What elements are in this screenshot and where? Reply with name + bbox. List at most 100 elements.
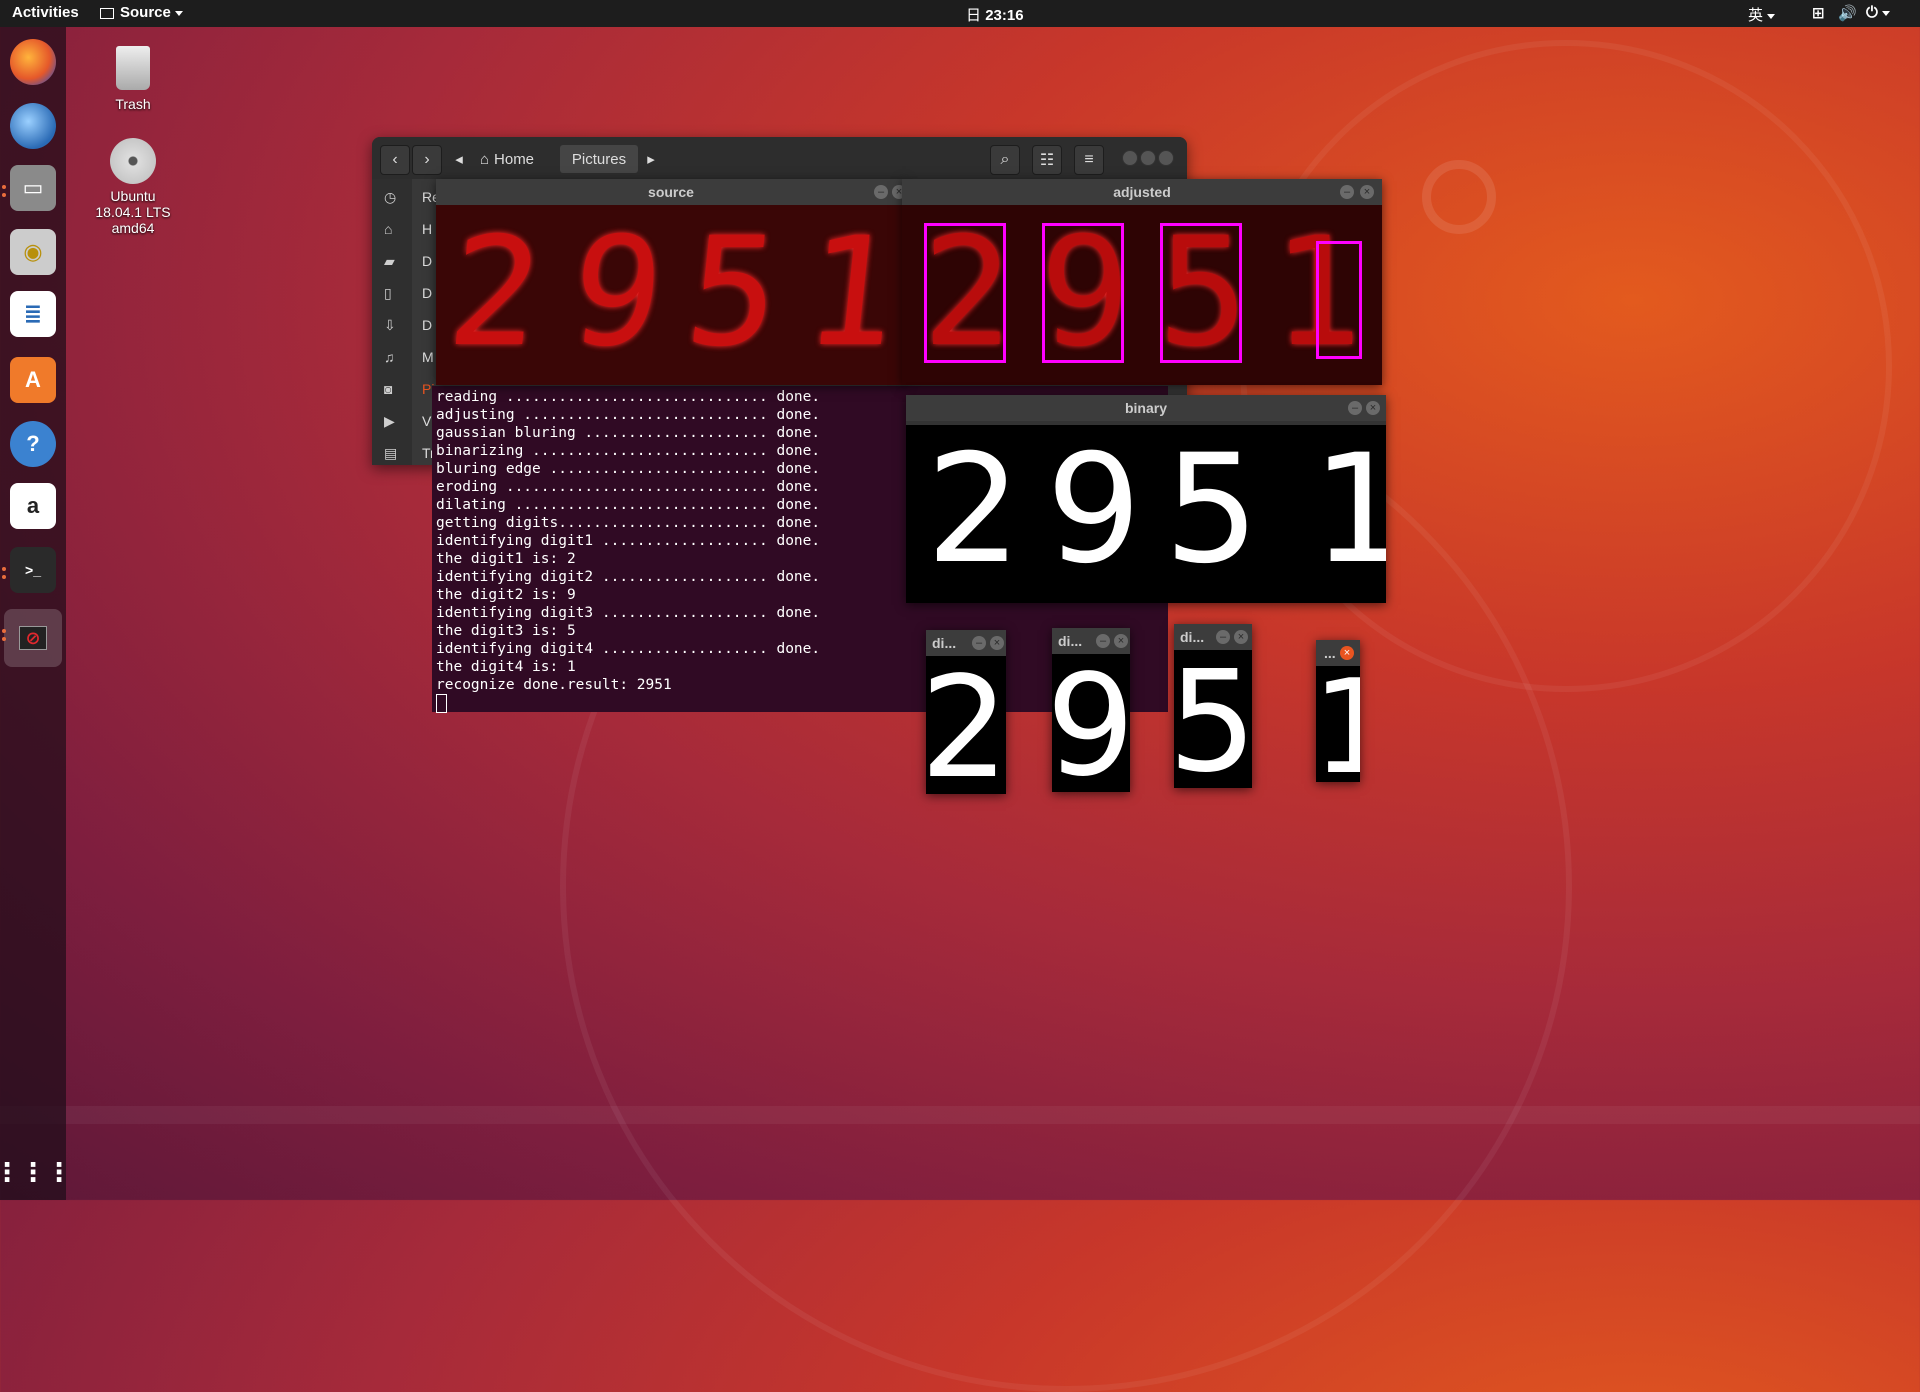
sidebar-item-music[interactable]: M [422,349,434,365]
close-button[interactable]: × [1360,185,1374,199]
activities-button[interactable]: Activities [12,4,79,21]
firefox-icon[interactable] [10,39,56,85]
close-button[interactable] [1158,150,1174,166]
path-right-arrow[interactable]: ▸ [642,145,660,173]
maximize-button[interactable] [1140,150,1156,166]
source-digit: 2 [440,206,550,380]
app-menu[interactable]: Source [100,4,183,21]
running-indicator [2,193,6,197]
sidebar-item-desktop[interactable]: D [422,253,432,269]
binary-digit: 9 [1046,425,1142,597]
adjusted-titlebar[interactable]: adjusted [902,179,1382,205]
video-icon[interactable]: ▶ [384,413,395,430]
minimize-button[interactable]: – [1216,630,1230,644]
terminal-icon[interactable]: >_ [10,547,56,593]
minimize-button[interactable]: – [1096,634,1110,648]
forward-button[interactable]: › [412,145,442,175]
search-icon[interactable]: ⌕ [990,145,1020,175]
trash-icon[interactable]: ▤ [384,445,397,462]
crumb-pictures[interactable]: Pictures [560,145,638,173]
binary-digit: 5 [1164,425,1260,597]
software-icon[interactable]: A [10,357,56,403]
trash-desktop-icon[interactable]: Trash [78,46,188,112]
path-left-arrow[interactable]: ◂ [450,145,468,173]
file-manager-sidebar: ◷ ⌂ ▰ ▯ ⇩ ♫ ◙ ▶ ▤ [372,179,412,465]
document-icon[interactable]: ▯ [384,285,392,302]
recent-icon[interactable]: ◷ [384,189,396,206]
sidebar-item-documents[interactable]: D [422,285,432,301]
digit2-image: 9 [1052,654,1130,792]
digit1-glyph: 2 [926,656,1006,794]
digit2-window[interactable]: di... – × 9 [1052,628,1130,792]
source-digit: 9 [562,206,672,380]
running-indicator [2,575,6,579]
minimize-button[interactable]: – [1348,401,1362,415]
terminal-line: gaussian bluring ..................... d… [436,425,821,441]
music-icon[interactable]: ♫ [384,349,395,365]
minimize-button[interactable]: – [1340,185,1354,199]
file-manager-headerbar[interactable]: ‹ › ◂ ⌂ Home Pictures ▸ ⌕ ☷ ≡ [372,137,1187,179]
adjusted-window[interactable]: adjusted – × 2 9 5 1 [902,179,1382,385]
top-bar: Activities Source 日 23:16 英 ⊞ 🔊 ⏻ [0,0,1920,27]
trash-label: Trash [115,96,151,112]
dvd-label-line2: 18.04.1 LTS [95,204,171,220]
digit4-window[interactable]: ... × 1 [1316,640,1360,782]
digit3-image: 5 [1174,650,1252,788]
sidebar-item-downloads[interactable]: D [422,317,432,333]
help-icon[interactable]: ? [10,421,56,467]
download-icon[interactable]: ⇩ [384,317,396,334]
menu-icon[interactable]: ≡ [1074,145,1104,175]
close-button[interactable]: × [990,636,1004,650]
terminal-line: bluring edge ......................... d… [436,461,821,477]
clock[interactable]: 日 23:16 [966,4,1024,25]
source-digit: 1 [796,206,906,380]
camera-icon[interactable]: ◙ [384,381,392,397]
digit1-window[interactable]: di... – × 2 [926,630,1006,794]
wallpaper-dot [1422,160,1496,234]
volume-icon[interactable]: 🔊 [1838,4,1857,22]
writer-icon[interactable]: ≣ [10,291,56,337]
adjusted-title: adjusted [1113,184,1171,200]
blocked-app-icon[interactable]: ⊘ [4,609,62,667]
app-grid-icon[interactable]: ⋮⋮⋮ [0,1149,72,1195]
amazon-icon[interactable]: a [10,483,56,529]
minimize-button[interactable]: – [972,636,986,650]
close-button[interactable]: × [1234,630,1248,644]
view-toggle-icon[interactable]: ☷ [1032,145,1062,175]
source-titlebar[interactable]: source [436,179,906,205]
close-button[interactable]: × [1366,401,1380,415]
digit-bounding-box [924,223,1006,363]
network-icon[interactable]: ⊞ [1812,4,1825,22]
binary-titlebar[interactable]: binary [906,395,1386,421]
binary-window[interactable]: binary – × 2 9 5 1 [906,395,1386,603]
power-icon[interactable]: ⏻ [1866,4,1890,21]
close-button[interactable]: × [1114,634,1128,648]
terminal-line: identifying digit4 ................... d… [436,641,821,657]
terminal-line: the digit4 is: 1 [436,659,576,675]
rhythmbox-icon[interactable]: ◉ [10,229,56,275]
terminal-line: identifying digit2 ................... d… [436,569,821,585]
minimize-button[interactable] [1122,150,1138,166]
files-icon[interactable]: ▭ [10,165,56,211]
thunderbird-icon[interactable] [10,103,56,149]
app-menu-label: Source [120,4,171,21]
terminal-line: reading .............................. d… [436,389,821,405]
terminal-line: identifying digit3 ................... d… [436,605,821,621]
dvd-icon [110,138,156,184]
source-window[interactable]: source – × 2 9 5 1 [436,179,906,385]
input-method-indicator[interactable]: 英 [1748,4,1776,25]
digit-bounding-box [1042,223,1124,363]
running-indicator [2,567,6,571]
digit3-window[interactable]: di... – × 5 [1174,624,1252,788]
back-button[interactable]: ‹ [380,145,410,175]
minimize-button[interactable]: – [874,185,888,199]
digit2-title: di... [1058,633,1083,649]
crumb-home[interactable]: ⌂ Home [472,145,542,173]
folder-icon[interactable]: ▰ [384,253,395,270]
close-button[interactable]: × [1340,646,1354,660]
dvd-desktop-icon[interactable]: Ubuntu 18.04.1 LTS amd64 [78,138,188,236]
digit4-title: ... [1324,645,1336,661]
sidebar-item-home[interactable]: H [422,221,432,237]
home-icon[interactable]: ⌂ [384,221,392,237]
clock-prefix: 日 [966,7,982,24]
